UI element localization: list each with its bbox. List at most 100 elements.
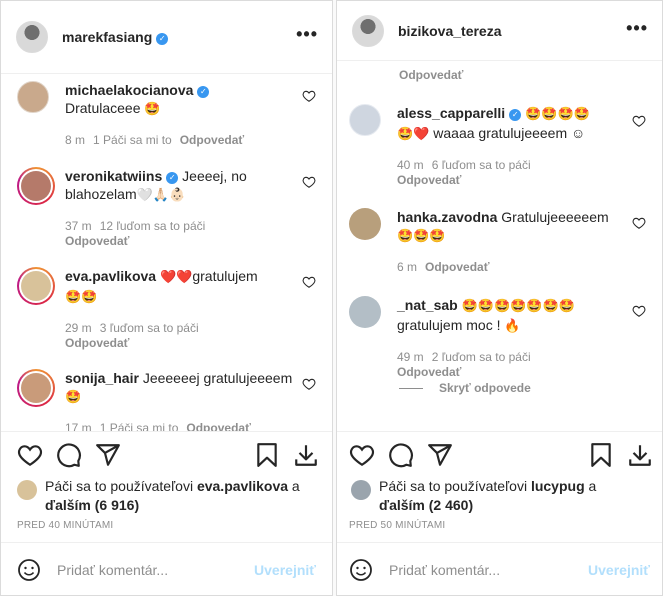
bookmark-icon[interactable] — [588, 442, 614, 468]
post-panel-left: marekfasiang ✓ ••• michaelakocianova ✓ Dra… — [0, 0, 333, 596]
reply-button[interactable]: Odpovedať — [397, 173, 461, 187]
liker-avatar[interactable] — [17, 480, 37, 500]
comment-icon[interactable] — [388, 442, 414, 468]
comment-time[interactable]: 6 m — [397, 260, 417, 274]
comment-heart-icon[interactable] — [302, 275, 316, 289]
download-icon[interactable] — [293, 442, 319, 468]
smiley-icon[interactable] — [17, 558, 41, 582]
post-header: bizikova_tereza ••• — [337, 1, 662, 61]
comment-likes[interactable]: 2 ľuďom sa to páči — [432, 350, 531, 364]
comment-heart-icon[interactable] — [632, 304, 646, 318]
comment-input[interactable] — [389, 562, 589, 578]
red-heart-emoji-icon: ❤️❤️ — [159, 270, 193, 285]
comment-meta: 17 m 1 Páči sa mi to Odpovedať — [65, 421, 294, 431]
comment-username[interactable]: hanka.zavodna — [397, 209, 497, 225]
comment-icon[interactable] — [56, 442, 82, 468]
smiley-icon[interactable] — [349, 558, 373, 582]
star-eyes-emoji-icon: 🤩🤩🤩🤩 — [525, 107, 590, 122]
comment-text: gratulujem moc ! — [397, 317, 501, 333]
comment-text: gratulujem — [192, 268, 258, 284]
heart-icon[interactable] — [17, 442, 43, 468]
author-username[interactable]: marekfasiang ✓ — [62, 29, 169, 45]
story-ring[interactable] — [17, 267, 55, 305]
star-eyes-emoji-icon: 🤩🤩 — [65, 290, 98, 305]
hide-replies-button[interactable]: Skryť odpovede — [399, 381, 531, 395]
comment-item: veronikatwiins ✓ Jeeeej, no blahozelam🤍🙏🏻… — [17, 167, 316, 249]
verified-badge-icon: ✓ — [509, 109, 522, 121]
author-avatar[interactable] — [16, 21, 48, 53]
comment-input[interactable] — [57, 562, 255, 578]
comment-heart-icon[interactable] — [302, 377, 316, 391]
star-eyes-emoji-icon: 🤩 — [65, 390, 82, 405]
reply-button[interactable]: Odpovedať — [65, 234, 129, 248]
commenter-avatar[interactable] — [17, 81, 49, 113]
bookmark-icon[interactable] — [254, 442, 280, 468]
comment-meta: 29 m 3 ľuďom sa to páči Odpovedať — [65, 321, 294, 351]
comment-text: waaaa gratulujeeeem ☺ — [433, 125, 586, 141]
comment-heart-icon[interactable] — [632, 216, 646, 230]
post-actions-bar — [337, 431, 662, 479]
more-options-icon[interactable]: ••• — [296, 24, 318, 45]
author-avatar[interactable] — [352, 14, 384, 47]
post-comment-button[interactable]: Uverejniť — [588, 562, 650, 578]
comment-likes[interactable]: 6 ľuďom sa to páči — [432, 158, 531, 172]
comment-username[interactable]: aless_capparelli — [397, 105, 505, 121]
verified-badge-icon: ✓ — [166, 172, 179, 184]
more-options-icon[interactable]: ••• — [626, 18, 648, 39]
divider-line — [399, 387, 423, 389]
post-timestamp[interactable]: PRED 50 MINÚTAMI — [349, 520, 445, 531]
star-eyes-heart-emoji-icon: 🤩❤️ — [397, 127, 430, 142]
commenter-avatar[interactable] — [349, 296, 381, 328]
comment-time[interactable]: 37 m — [65, 219, 92, 233]
comment-time[interactable]: 40 m — [397, 158, 424, 172]
liker-avatar[interactable] — [351, 480, 371, 500]
comment-time[interactable]: 8 m — [65, 133, 85, 147]
comment-likes[interactable]: 1 Páči sa mi to — [100, 421, 179, 431]
likes-count-link[interactable]: ďalším (6 916) — [45, 497, 139, 513]
comment-username[interactable]: sonija_hair — [65, 370, 139, 386]
paper-plane-icon[interactable] — [427, 442, 453, 468]
comment-username[interactable]: eva.pavlikova — [65, 268, 156, 284]
comment-time[interactable]: 17 m — [65, 421, 92, 431]
author-username[interactable]: bizikova_tereza — [398, 23, 502, 39]
heart-pray-baby-emoji-icon: 🤍🙏🏻👶🏻 — [136, 188, 186, 203]
comment-username[interactable]: veronikatwiins — [65, 168, 162, 184]
commenter-avatar — [21, 171, 51, 201]
comment-item: eva.pavlikova ❤️❤️gratulujem 🤩🤩 29 m 3 ľu… — [17, 267, 316, 351]
liker-username[interactable]: lucypug — [531, 478, 585, 494]
paper-plane-icon[interactable] — [95, 442, 121, 468]
comment-time[interactable]: 49 m — [397, 350, 424, 364]
comment-heart-icon[interactable] — [632, 114, 646, 128]
post-panel-right: bizikova_tereza ••• Odpovedať aless_capp… — [336, 0, 663, 596]
reply-button[interactable]: Odpovedať — [397, 365, 461, 379]
reply-button[interactable]: Odpovedať — [180, 133, 244, 147]
heart-icon[interactable] — [349, 442, 375, 468]
likes-count-link[interactable]: ďalším (2 460) — [379, 497, 473, 513]
comment-item: michaelakocianova ✓ Dratulaceee 🤩 8 m 1 Pá… — [17, 81, 316, 148]
download-icon[interactable] — [627, 442, 653, 468]
comment-item: sonija_hair Jeeeeeej gratulujeeeem 🤩 17 m… — [17, 369, 316, 431]
reply-button[interactable]: Odpovedať — [186, 421, 250, 431]
commenter-avatar[interactable] — [349, 208, 381, 240]
liker-username[interactable]: eva.pavlikova — [197, 478, 288, 494]
comment-heart-icon[interactable] — [302, 175, 316, 189]
add-comment-form: Uverejniť — [1, 542, 332, 595]
post-timestamp[interactable]: PRED 40 MINÚTAMI — [17, 520, 113, 531]
reply-button[interactable]: Odpovedať — [65, 336, 129, 350]
comment-likes[interactable]: 12 ľuďom sa to páči — [100, 219, 206, 233]
comment-time[interactable]: 29 m — [65, 321, 92, 335]
story-ring[interactable] — [17, 167, 55, 205]
post-header: marekfasiang ✓ ••• — [1, 1, 332, 74]
post-comment-button[interactable]: Uverejniť — [254, 562, 316, 578]
story-ring[interactable] — [17, 369, 55, 407]
verified-badge-icon: ✓ — [197, 86, 210, 98]
comment-username[interactable]: michaelakocianova — [65, 82, 193, 98]
comment-likes[interactable]: 3 ľuďom sa to páči — [100, 321, 199, 335]
comment-heart-icon[interactable] — [302, 89, 316, 103]
comment-likes[interactable]: 1 Páči sa mi to — [93, 133, 172, 147]
comment-item: aless_capparelli ✓ 🤩🤩🤩🤩 🤩❤️ waaaa gratulu… — [349, 104, 646, 188]
reply-button[interactable]: Odpovedať — [399, 68, 463, 82]
commenter-avatar[interactable] — [349, 104, 381, 136]
reply-button[interactable]: Odpovedať — [425, 260, 489, 274]
comment-username[interactable]: _nat_sab — [397, 297, 458, 313]
